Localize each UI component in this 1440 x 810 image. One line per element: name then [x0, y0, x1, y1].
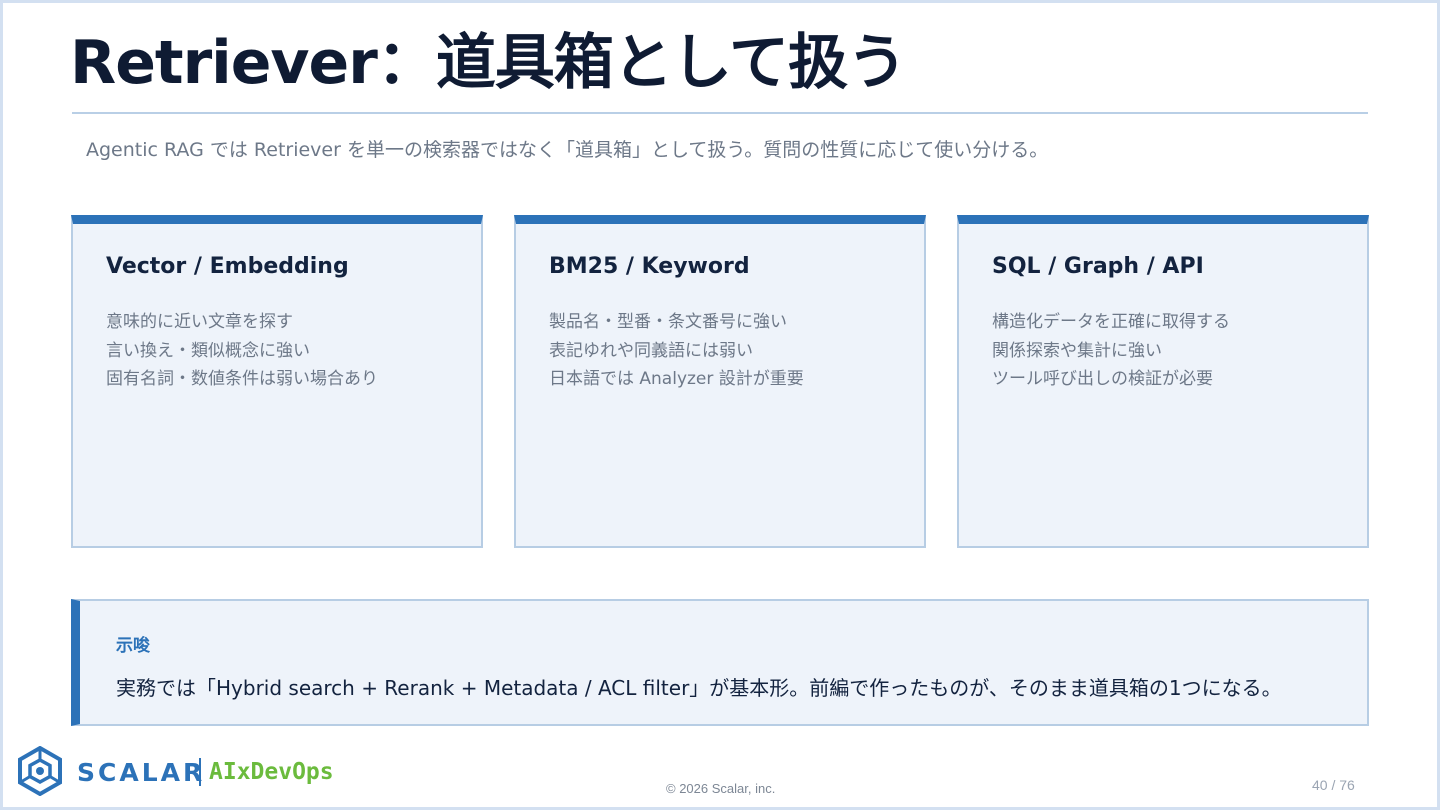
- callout-label: 示唆: [116, 636, 150, 656]
- callout-text: 実務では「Hybrid search + Rerank + Metadata /…: [116, 676, 1282, 700]
- card-line: 表記ゆれや同義語には弱い: [549, 340, 753, 361]
- card-lines: 意味的に近い文章を探す 言い換え・類似概念に強い 固有名詞・数値条件は弱い場合あ…: [106, 308, 378, 394]
- page-number: 40 / 76: [1312, 777, 1355, 793]
- slide-title: Retriever：道具箱として扱う: [70, 28, 907, 98]
- card-title: Vector / Embedding: [106, 254, 349, 279]
- brand-name: SCALAR: [77, 758, 206, 787]
- card-line: 関係探索や集計に強い: [992, 340, 1162, 361]
- implication-callout: 示唆 実務では「Hybrid search + Rerank + Metadat…: [71, 599, 1369, 726]
- card-line: 意味的に近い文章を探す: [106, 312, 293, 332]
- card-lines: 製品名・型番・条文番号に強い 表記ゆれや同義語には弱い 日本語では Analyz…: [549, 308, 804, 394]
- slide-subtitle: Agentic RAG では Retriever を単一の検索器ではなく「道具箱…: [86, 139, 1049, 161]
- card-vector-embedding: Vector / Embedding 意味的に近い文章を探す 言い換え・類似概念…: [71, 215, 483, 548]
- card-title: BM25 / Keyword: [549, 254, 750, 279]
- card-line: 日本語では Analyzer 設計が重要: [549, 369, 804, 389]
- card-lines: 構造化データを正確に取得する 関係探索や集計に強い ツール呼び出しの検証が必要: [992, 308, 1230, 394]
- title-divider: [72, 112, 1368, 114]
- copyright-text: © 2026 Scalar, inc.: [666, 781, 776, 796]
- card-line: 構造化データを正確に取得する: [992, 312, 1230, 332]
- card-line: 固有名詞・数値条件は弱い場合あり: [106, 369, 378, 389]
- card-bm25-keyword: BM25 / Keyword 製品名・型番・条文番号に強い 表記ゆれや同義語には…: [514, 215, 926, 548]
- brand-divider: [199, 758, 201, 786]
- card-line: ツール呼び出しの検証が必要: [992, 369, 1213, 389]
- scalar-logo-icon: [18, 746, 62, 796]
- card-sql-graph-api: SQL / Graph / API 構造化データを正確に取得する 関係探索や集計…: [957, 215, 1369, 548]
- card-line: 言い換え・類似概念に強い: [106, 340, 310, 361]
- card-title: SQL / Graph / API: [992, 254, 1204, 279]
- brand-subtitle: AIxDevOps: [209, 759, 334, 785]
- card-line: 製品名・型番・条文番号に強い: [549, 312, 787, 332]
